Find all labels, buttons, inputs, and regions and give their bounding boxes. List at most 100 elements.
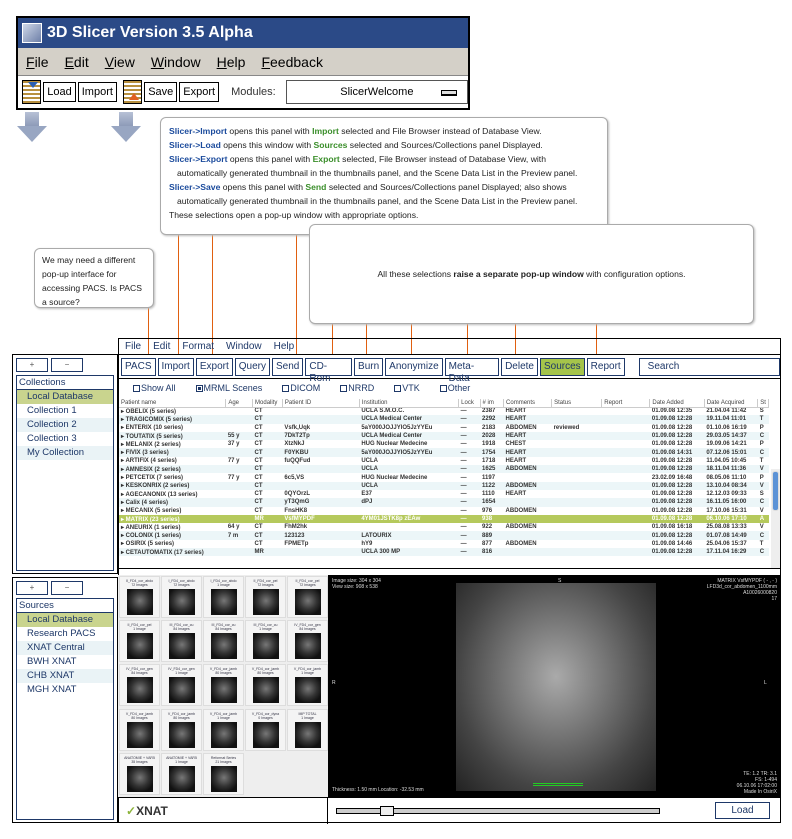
series-thumbnail[interactable]: Reformat Series 21 Images — [203, 752, 244, 795]
table-row[interactable]: ▸ PETCETIX (7 series) 77 y CT 6c5,VS HUG Nuc… — [119, 473, 769, 482]
column-header[interactable]: Date Added — [649, 399, 705, 408]
add-source-button[interactable]: + — [16, 581, 48, 595]
source-item[interactable]: BWH XNAT — [17, 655, 113, 669]
db-button-send[interactable]: Send — [271, 357, 304, 376]
series-thumbnail[interactable]: V_FD4_cor_dyna 0 Images — [245, 708, 286, 751]
column-header[interactable]: Date Acquired — [704, 399, 759, 408]
source-item[interactable]: CHB XNAT — [17, 669, 113, 683]
load-button-bottom[interactable]: Load — [715, 802, 770, 819]
series-thumbnail[interactable]: II_FD4_cor_abdo 72 Images — [119, 576, 160, 618]
source-item[interactable]: XNAT Central — [17, 641, 113, 655]
menu-window[interactable]: Window — [151, 54, 201, 70]
search-input[interactable]: Search — [638, 357, 780, 376]
db-menu-help[interactable]: Help — [274, 341, 295, 352]
table-row[interactable]: ▸ KESKONRIX (2 series) CT UCLA —1122 ABDOMEN… — [119, 481, 769, 490]
db-button-pacs[interactable]: PACS — [121, 357, 156, 376]
series-thumbnail[interactable]: I_FD4_cor_abdo 1 Image — [203, 576, 244, 618]
series-thumbnail[interactable]: III_FD4_cor_cu 84 Images — [203, 620, 244, 663]
series-thumbnail[interactable]: ANATOMIE + VAR5 1 Image — [161, 752, 202, 795]
filter-checkbox[interactable]: DICOM — [282, 383, 320, 393]
series-thumbnail[interactable]: MIP TOTAL 1 Image — [287, 708, 328, 751]
db-menu-file[interactable]: File — [125, 341, 141, 352]
menu-file[interactable]: File — [26, 54, 49, 70]
menu-view[interactable]: View — [105, 54, 135, 70]
load-data-icon[interactable] — [22, 80, 42, 104]
table-row[interactable]: ▸ OBELIX (5 series) CT UCLA S.M.O.C. — 2387 H… — [119, 407, 769, 415]
add-collection-button[interactable]: + — [16, 358, 48, 372]
series-thumbnail[interactable]: III_FD4_cor_cu 1 Image — [245, 620, 286, 663]
image-viewer[interactable]: Image size: 304 x 304 View size: 908 x 5… — [328, 575, 781, 797]
table-row[interactable]: ▸ MELANIX (2 series) 37 y CT XtzNkJ HUG Nucl… — [119, 440, 769, 448]
filter-checkbox[interactable]: NRRD — [340, 383, 374, 393]
filter-checkbox[interactable]: MRML Scenes — [195, 383, 262, 393]
table-row[interactable]: ▸ MECANIX (5 series) CT FnsHK8 — 976 ABDOMEN 0… — [119, 507, 769, 515]
column-header[interactable]: Comments — [503, 399, 553, 408]
collection-item[interactable]: My Collection — [17, 446, 113, 460]
save-button[interactable]: Save — [144, 82, 178, 102]
table-row[interactable]: ▸ MATRIX (23 series) MR VsfMYPDF 4YM01JSTK8… — [119, 514, 769, 524]
db-button-cdrom[interactable]: CD-Rom — [305, 357, 353, 384]
table-row[interactable]: ▸ ENTERIX (10 series) CT Vsfk,Uqk 5aY000JOJ… — [119, 424, 769, 432]
remove-source-button[interactable]: − — [51, 581, 83, 595]
import-button[interactable]: Import — [77, 82, 117, 102]
series-thumbnail[interactable]: V_FD4_cor_jamb 80 Images — [203, 664, 244, 707]
db-button-query[interactable]: Query — [234, 357, 270, 376]
series-thumbnail[interactable]: II_FD4_cor_pel 1 Image — [119, 620, 160, 663]
table-row[interactable]: ▸ TOUTATIX (5 series) 55 y CT 7DkT2Tp UCLA M… — [119, 431, 769, 441]
slider-handle[interactable] — [380, 806, 395, 816]
series-thumbnail[interactable]: IV_FD4_cor_gen 1 Image — [161, 664, 202, 707]
load-button[interactable]: Load — [43, 82, 76, 102]
series-thumbnail[interactable]: V_FD4_cor_jamb 80 Images — [161, 708, 202, 751]
series-thumbnail[interactable]: III_FD4_cor_cu 84 Images — [161, 620, 202, 663]
db-button-import[interactable]: Import — [157, 357, 194, 376]
menu-edit[interactable]: Edit — [65, 54, 89, 70]
series-thumbnail[interactable]: IV_FD4_cor_gen 84 Images — [119, 664, 160, 707]
column-header[interactable]: Lock — [458, 399, 481, 408]
column-header[interactable]: Patient ID — [282, 399, 360, 408]
export-button[interactable]: Export — [179, 82, 220, 102]
collection-item[interactable]: Collection 3 — [17, 432, 113, 446]
table-row[interactable]: ▸ TRAGICOMIX (5 series) CT UCLA Medical Ce… — [119, 415, 769, 424]
table-row[interactable]: ▸ AGECANONIX (13 series) CT 0QYOrzL E37 — 111… — [119, 490, 769, 498]
db-button-export[interactable]: Export — [195, 357, 233, 376]
series-thumbnail[interactable]: II_FD4_cor_pel 72 Images — [287, 576, 328, 618]
save-data-icon[interactable] — [122, 80, 143, 104]
menu-help[interactable]: Help — [217, 54, 246, 70]
menu-feedback[interactable]: Feedback — [261, 54, 323, 70]
column-header[interactable]: Age — [225, 399, 254, 408]
column-header[interactable]: Institution — [359, 399, 460, 408]
column-header[interactable]: # im — [480, 399, 505, 408]
table-vertical-scrollbar[interactable] — [771, 469, 780, 568]
table-row[interactable]: ▸ AMNESIX (2 series) CT UCLA —1625 ABDOMEN 01… — [119, 465, 769, 474]
source-item[interactable]: MGH XNAT — [17, 683, 113, 697]
db-button-sources[interactable]: Sources — [539, 357, 585, 376]
column-header[interactable]: Patient name — [119, 399, 227, 408]
table-row[interactable]: ▸ CETAUTOMATIX (17 series) MR UCLA 300 MP —… — [119, 548, 769, 557]
series-thumbnail[interactable]: V_FD4_cor_jamb 80 Images — [119, 708, 160, 751]
db-menu-format[interactable]: Format — [182, 341, 214, 352]
column-header[interactable]: St — [757, 399, 769, 408]
series-thumbnail[interactable]: V_FD4_cor_jamb 1 Image — [203, 708, 244, 751]
series-thumbnail[interactable]: ANATOMIE + VAR5 35 Images — [119, 752, 160, 795]
table-row[interactable]: ▸ ANEURIX (1 series) 64 y CT FhM2hk — 922 ABDO… — [119, 523, 769, 531]
series-thumbnail[interactable]: V_FD4_cor_jamb 80 Images — [245, 664, 286, 707]
collection-item[interactable]: Collection 2 — [17, 418, 113, 432]
source-item[interactable]: Local Database — [17, 613, 113, 627]
series-thumbnail[interactable]: V_FD4_cor_jamb 1 Image — [287, 664, 328, 707]
series-thumbnail[interactable]: IV_FD4_cor_gen 84 Images — [287, 620, 328, 663]
filter-checkbox[interactable]: Other — [439, 383, 470, 393]
filter-checkbox[interactable]: VTK — [394, 383, 420, 393]
db-button-metadata[interactable]: Meta-Data — [444, 357, 500, 384]
table-row[interactable]: ▸ ARTIFIX (4 series) 77 y CT fuQQFud UCLA — 17… — [119, 457, 769, 465]
modules-select[interactable]: SlicerWelcome — [285, 80, 468, 104]
column-header[interactable]: Report — [601, 399, 651, 408]
slice-slider[interactable] — [336, 806, 660, 816]
series-thumbnail[interactable]: II_FD4_cor_pel 72 Images — [245, 576, 286, 618]
db-menu-edit[interactable]: Edit — [153, 341, 170, 352]
table-row[interactable]: ▸ FIVIX (3 series) CT F0YKBU 5aY000JOJJYIO5… — [119, 448, 769, 457]
column-header[interactable]: Modality — [252, 399, 283, 408]
db-button-anonymize[interactable]: Anonymize — [385, 357, 443, 376]
table-row[interactable]: ▸ Calix (4 series) CT yT3QmG dPJ —1654 01.09.… — [119, 498, 769, 507]
db-button-report[interactable]: Report — [586, 357, 625, 376]
series-thumbnail[interactable]: I_FD4_cor_abdo 72 Images — [161, 576, 202, 618]
